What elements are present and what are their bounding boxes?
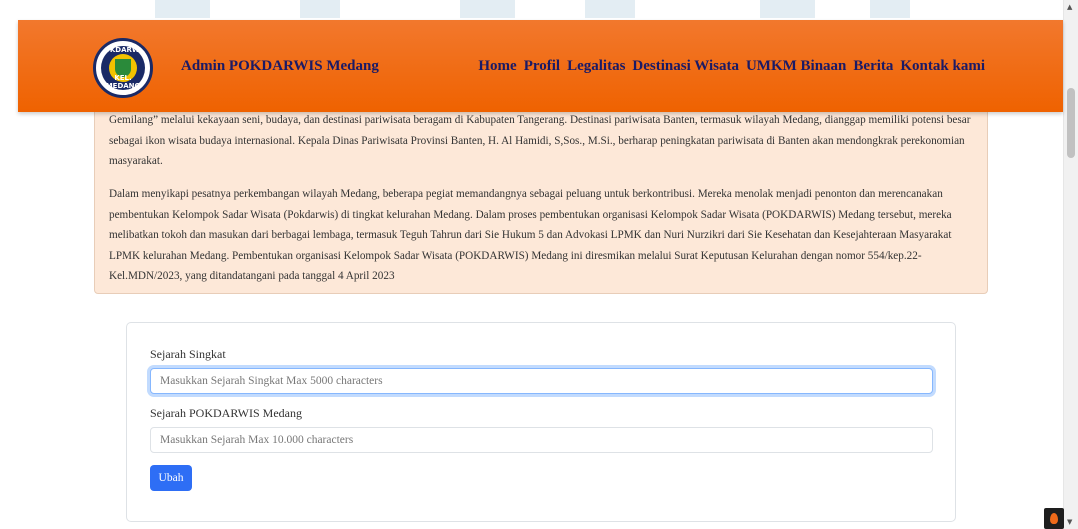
page-scrollbar[interactable]: ▲ ▼ — [1063, 0, 1078, 529]
brand-title[interactable]: Admin POKDARWIS Medang — [181, 58, 379, 75]
nav-home[interactable]: Home — [478, 58, 516, 75]
pokdarwis-logo[interactable]: POKDARWIS KEL. MEDANG — [93, 38, 153, 98]
history-paragraph-2: Dalam menyikapi pesatnya perkembangan wi… — [109, 188, 952, 282]
nav-destinasi-wisata[interactable]: Destinasi Wisata — [632, 58, 739, 75]
nav-umkm-binaan[interactable]: UMKM Binaan — [746, 58, 846, 75]
flame-app-icon[interactable] — [1044, 508, 1064, 529]
ubah-button[interactable]: Ubah — [150, 465, 192, 491]
sejarah-singkat-input[interactable] — [150, 368, 933, 394]
sejarah-pokdarwis-label: Sejarah POKDARWIS Medang — [150, 406, 302, 420]
nav-legalitas[interactable]: Legalitas — [567, 58, 625, 75]
sejarah-singkat-label: Sejarah Singkat — [150, 347, 226, 361]
watermark-shape — [760, 0, 815, 18]
watermark-shape — [460, 0, 515, 18]
logo-text-bottom: KEL. MEDANG — [105, 74, 141, 90]
scroll-down-arrow-icon[interactable]: ▼ — [1067, 518, 1072, 526]
edit-history-form: Sejarah Singkat Sejarah POKDARWIS Medang… — [126, 322, 956, 522]
nav-profil[interactable]: Profil — [524, 58, 560, 75]
top-navbar: POKDARWIS KEL. MEDANG Admin POKDARWIS Me… — [18, 20, 1063, 112]
flame-icon — [1050, 513, 1058, 524]
history-paragraph-1: Gemilang” melalui kekayaan seni, budaya,… — [109, 114, 971, 167]
watermark-shape — [870, 0, 910, 18]
watermark-shape — [155, 0, 210, 18]
nav-links: Home Profil Legalitas Destinasi Wisata U… — [471, 58, 985, 75]
logo-text-top: POKDARWIS — [98, 46, 148, 54]
nav-kontak-kami[interactable]: Kontak kami — [900, 58, 985, 75]
history-info-card: Gemilang” melalui kekayaan seni, budaya,… — [94, 96, 988, 294]
scroll-up-arrow-icon[interactable]: ▲ — [1067, 3, 1072, 11]
watermark-shape — [300, 0, 340, 18]
nav-berita[interactable]: Berita — [853, 58, 893, 75]
scrollbar-thumb[interactable] — [1067, 88, 1075, 158]
watermark-shape — [585, 0, 635, 18]
sejarah-pokdarwis-input[interactable] — [150, 427, 933, 453]
